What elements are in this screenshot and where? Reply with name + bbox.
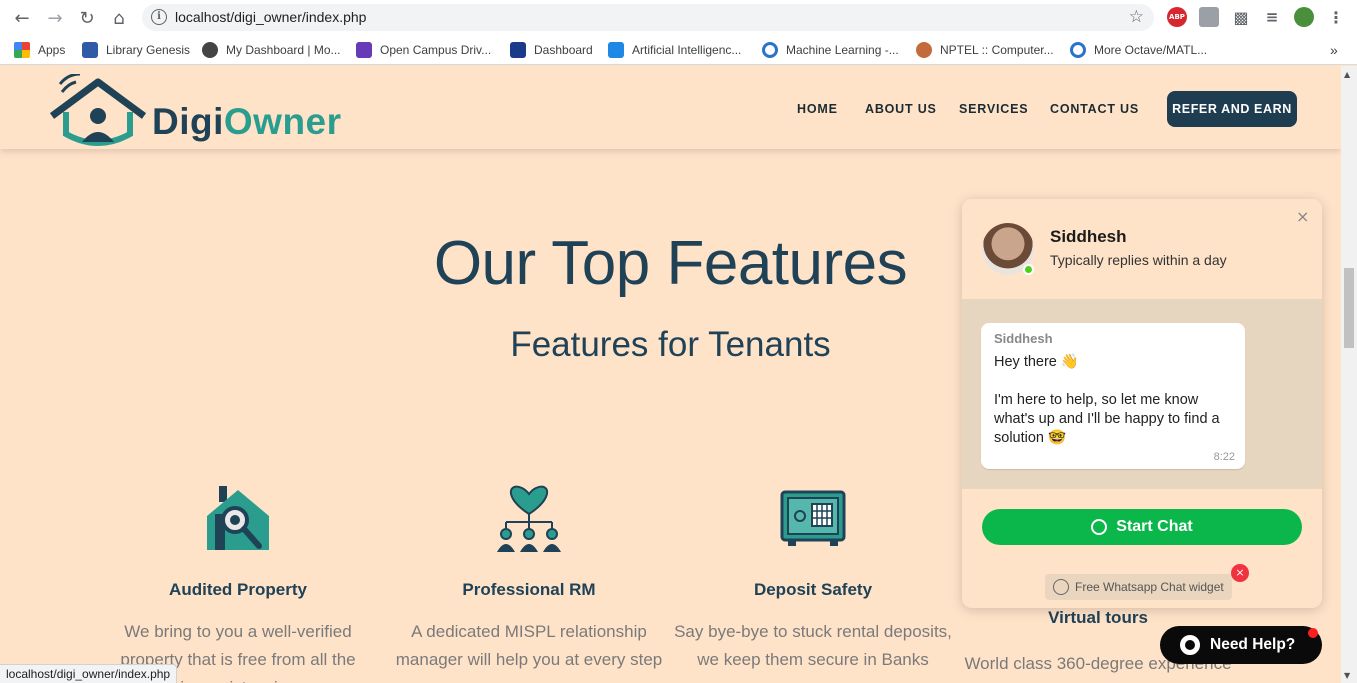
bookmark-my-dashboard[interactable]: My Dashboard | Mo... [202,41,341,59]
agent-name: Siddhesh [1050,227,1127,246]
feature-card: Professional RM A dedicated MISPL relati… [389,484,669,674]
handshake-team-icon [497,485,561,552]
feature-description: A dedicated MISPL relationship manager w… [395,622,663,669]
safe-vault-icon [780,490,846,546]
bookmark-octave[interactable]: More Octave/MATL... [1070,41,1207,59]
feature-card: Audited Property We bring to you a well-… [98,484,378,683]
notification-dot [1308,628,1318,638]
logo-part-digi: Digi [152,101,224,142]
nav-services[interactable]: SERVICES [959,102,1028,116]
bookmark-apps[interactable]: Apps [14,41,65,59]
url-text[interactable]: localhost/digi_owner/index.php [175,9,366,25]
bookmark-nptel[interactable]: NPTEL :: Computer... [916,41,1054,59]
whatsapp-icon [1091,519,1108,535]
digiowner-logo-icon[interactable] [48,74,148,150]
feature-title: Audited Property [169,580,307,599]
refer-and-earn-button[interactable]: REFER AND EARN [1167,91,1297,127]
bubble-message-text: Hey there 👋 I'm here to help, so let me … [994,354,1220,446]
close-icon[interactable]: × [1296,207,1309,226]
logo-part-owner: Owner [223,101,342,142]
lifebuoy-icon [1180,635,1200,655]
whatsapp-chat-widget: Siddhesh Typically replies within a day … [962,199,1322,608]
start-chat-button[interactable]: Start Chat [982,509,1302,545]
adblock-label: ABP [1169,13,1185,21]
s-icon [608,42,624,58]
feature-description: Say bye-bye to stuck rental deposits, we… [674,622,952,669]
more-bookmarks-button[interactable]: » [1330,41,1338,59]
need-help-label: Need Help? [1210,636,1296,653]
home-icon[interactable]: ⌂ [107,6,131,30]
bookmark-library-genesis[interactable]: Library Genesis [82,41,190,59]
chat-body: Siddhesh Hey there 👋 I'm here to help, s… [962,299,1322,489]
bookmark-ai[interactable]: Artificial Intelligenc... [608,41,741,59]
bookmark-label: More Octave/MATL... [1094,43,1208,57]
profile-avatar[interactable] [1294,7,1314,27]
library-icon [82,42,98,58]
coursera-icon [762,42,778,58]
bookmark-machine-learning[interactable]: Machine Learning -... [762,41,899,59]
bookmark-label: Machine Learning -... [786,43,899,57]
chat-header: Siddhesh Typically replies within a day … [962,199,1322,299]
reading-list-icon[interactable]: ≡ [1262,7,1282,27]
bookmark-label: Dashboard [534,43,593,57]
puzzle-extensions-icon[interactable]: ▩ [1231,7,1251,27]
bookmark-open-campus[interactable]: Open Campus Driv... [356,41,491,59]
feature-card: Deposit Safety Say bye-bye to stuck rent… [673,484,953,674]
bookmark-label: Open Campus Driv... [380,43,492,57]
credit-logo-icon [1053,579,1069,595]
feature-title: Professional RM [462,580,596,599]
apps-grid-icon [14,42,30,58]
scroll-down-icon[interactable]: ▼ [1344,671,1350,680]
reload-icon[interactable]: ↻ [75,6,99,30]
address-bar[interactable]: i localhost/digi_owner/index.php ☆ [142,4,1154,31]
menu-kebab-icon[interactable]: ⋮ [1326,7,1346,27]
brand-logo-text[interactable]: DigiOwner [152,101,342,143]
drive-extension-icon[interactable] [1199,7,1219,27]
message-bubble: Siddhesh Hey there 👋 I'm here to help, s… [981,323,1245,469]
bookmark-label: Artificial Intelligenc... [632,43,742,57]
feature-title: Virtual tours [1048,608,1148,627]
status-bar-url: localhost/digi_owner/index.php [0,664,178,683]
nav-home[interactable]: HOME [797,102,838,116]
house-magnifier-icon [207,486,269,550]
nav-contact-us[interactable]: CONTACT US [1050,102,1139,116]
nptel-icon [916,42,932,58]
bookmark-star-icon[interactable]: ☆ [1129,7,1144,27]
bookmark-dashboard[interactable]: Dashboard [510,41,593,59]
online-status-dot [1023,264,1034,275]
bookmarks-bar: Apps Library Genesis My Dashboard | Mo..… [0,35,1357,65]
bookmark-label: NPTEL :: Computer... [940,43,1054,57]
scroll-up-icon[interactable]: ▲ [1344,70,1350,79]
bookmark-label: My Dashboard | Mo... [226,43,341,57]
bookmark-label: Library Genesis [106,43,191,57]
feature-title: Deposit Safety [753,580,873,599]
message-time: 8:22 [1213,451,1235,463]
widget-credit-link[interactable]: Free Whatsapp Chat widget [1045,574,1232,600]
page-scrollbar[interactable] [1341,66,1357,683]
nav-about-us[interactable]: ABOUT US [865,102,937,116]
bubble-sender-name: Siddhesh [994,331,1053,346]
reply-time-text: Typically replies within a day [1050,252,1227,268]
moodle-icon [202,42,218,58]
credit-label: Free Whatsapp Chat widget [1075,580,1224,594]
forward-arrow-icon[interactable]: → [43,6,67,30]
back-arrow-icon[interactable]: ← [10,6,34,30]
start-chat-label: Start Chat [1116,518,1193,535]
form-icon [356,42,372,58]
coursera-icon [1070,42,1086,58]
close-credit-icon[interactable]: × [1231,564,1249,582]
site-info-icon[interactable]: i [151,9,167,25]
browser-toolbar: ← → ↻ ⌂ i localhost/digi_owner/index.php… [0,0,1357,35]
scrollbar-thumb[interactable] [1344,268,1354,348]
adblock-extension-icon[interactable]: ABP [1167,7,1187,27]
dashboard-icon [510,42,526,58]
need-help-button[interactable]: Need Help? [1160,626,1322,664]
bookmark-label: Apps [38,43,66,57]
